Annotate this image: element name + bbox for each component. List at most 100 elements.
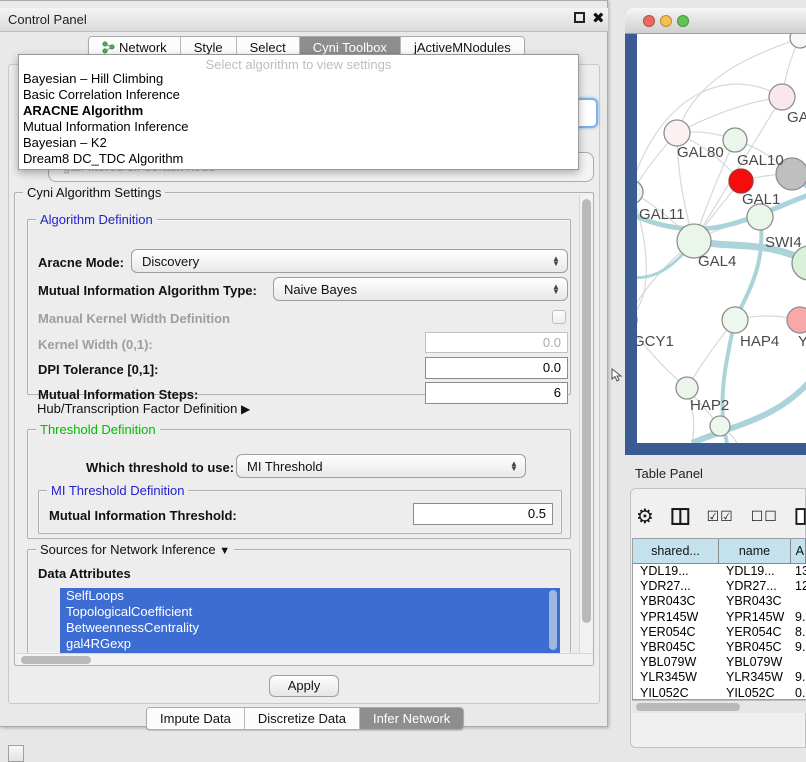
minimize-traffic-icon[interactable]	[660, 15, 672, 27]
table-row[interactable]: YDR27... YDR27... 12	[633, 579, 806, 594]
mi-type-combobox[interactable]: Naive Bayes ▲▼	[273, 277, 568, 301]
which-threshold-combobox[interactable]: MI Threshold ▲▼	[236, 454, 526, 478]
select-all-checks-icon[interactable]: ☑☑	[707, 508, 734, 525]
network-node-salmon[interactable]	[787, 307, 806, 333]
table-row[interactable]: YIL052C YIL052C 0.	[633, 686, 806, 701]
node-label: GAL10	[737, 152, 784, 169]
mi-threshold-field[interactable]: 0.5	[413, 503, 553, 525]
table-hscroll-thumb[interactable]	[636, 703, 740, 711]
aracne-mode-label: Aracne Mode:	[38, 255, 124, 270]
node-label: GCY1	[637, 333, 674, 350]
data-attributes-label: Data Attributes	[38, 566, 131, 581]
apply-button[interactable]: Apply	[269, 675, 339, 697]
table-row[interactable]: YBR045C YBR045C 9.	[633, 640, 806, 655]
list-scrollbar[interactable]	[549, 590, 557, 650]
kernel-width-field[interactable]: 0.0	[425, 332, 568, 353]
network-window-titlebar[interactable]	[625, 8, 806, 34]
tab-infer-network[interactable]: Infer Network	[360, 708, 463, 729]
table-panel-title: Table Panel	[635, 466, 703, 481]
table-toolbar: ⚙ ☑☑ ☐☐	[636, 498, 806, 534]
tab-network-label: Network	[119, 40, 167, 55]
algorithm-option[interactable]: Basic Correlation Inference	[19, 87, 578, 103]
manual-kernel-checkbox[interactable]	[552, 310, 566, 324]
collapsed-panel-icon[interactable]	[8, 745, 24, 762]
tab-discretize-data[interactable]: Discretize Data	[245, 708, 360, 729]
close-icon[interactable]: ✖	[592, 9, 605, 27]
settings-vscroll-thumb[interactable]	[582, 199, 591, 623]
which-threshold-label: Which threshold to use:	[86, 460, 234, 475]
zoom-traffic-icon[interactable]	[677, 15, 689, 27]
node-label: GAL	[787, 109, 806, 126]
network-node[interactable]	[790, 34, 806, 48]
tab-impute-data[interactable]: Impute Data	[147, 708, 245, 729]
table-row[interactable]: YLR345W YLR345W 9.	[633, 670, 806, 685]
algorithm-option-selected[interactable]: ARACNE Algorithm	[19, 103, 578, 119]
data-attributes-list[interactable]: SelfLoopsTopologicalCoefficientBetweenne…	[60, 588, 560, 654]
network-node-gal10[interactable]	[723, 128, 747, 152]
settings-hscroll-thumb[interactable]	[21, 656, 91, 664]
settings-horizontal-scrollbar[interactable]	[17, 653, 593, 665]
expanded-arrow-icon: ▼	[219, 545, 230, 557]
network-node-gal1[interactable]	[729, 169, 753, 193]
algorithm-definition-title: Algorithm Definition	[36, 212, 157, 227]
settings-group-title: Cyni Algorithm Settings	[23, 185, 165, 200]
float-window-icon[interactable]	[574, 12, 585, 23]
network-node-hap4[interactable]	[722, 307, 748, 333]
algorithm-option[interactable]: Dream8 DC_TDC Algorithm	[19, 151, 578, 167]
network-node[interactable]	[710, 416, 730, 436]
network-node-hap2[interactable]	[676, 377, 698, 399]
node-label: GAL4	[698, 253, 736, 270]
dpi-tolerance-field[interactable]: 0.0	[425, 357, 568, 379]
table-body: YDL19... YDL19... 13 YDR27... YDR27... 1…	[633, 564, 806, 700]
clear-all-checks-icon[interactable]: ☐☐	[751, 508, 778, 525]
network-node[interactable]	[792, 246, 806, 280]
kernel-width-label: Kernel Width (0,1):	[38, 337, 153, 352]
table-row[interactable]: YBR043C YBR043C	[633, 594, 806, 609]
mi-steps-label: Mutual Information Steps:	[38, 387, 198, 402]
combo-arrows-icon: ▲▼	[549, 284, 563, 294]
table-row[interactable]: YPR145W YPR145W 9.	[633, 610, 806, 625]
node-label: GAL11	[639, 206, 685, 223]
network-canvas[interactable]: GAL GAL80 GAL10 GAL1 GAL11 SWI4 GAL4 GCY…	[637, 34, 806, 443]
network-node-gal80[interactable]	[664, 120, 690, 146]
close-traffic-icon[interactable]	[643, 15, 655, 27]
mi-steps-field[interactable]: 6	[425, 382, 568, 404]
mi-threshold-group-title: MI Threshold Definition	[47, 483, 188, 498]
table-row[interactable]: YER054C YER054C 8.	[633, 625, 806, 640]
combo-arrows-icon: ▲▼	[549, 256, 563, 266]
settings-vertical-scrollbar[interactable]	[579, 195, 593, 653]
hub-definition-toggle[interactable]: Hub/Transcription Factor Definition ▶	[37, 401, 250, 416]
network-graph: GAL GAL80 GAL10 GAL1 GAL11 SWI4 GAL4 GCY…	[637, 34, 806, 443]
mi-threshold-label: Mutual Information Threshold:	[49, 508, 237, 523]
sources-group: Sources for Network Inference ▼ Data Att…	[27, 549, 571, 653]
table-row[interactable]: YBL079W YBL079W	[633, 655, 806, 670]
network-node-gal11[interactable]	[637, 180, 643, 204]
sources-group-title: Sources for Network Inference ▼	[36, 542, 234, 557]
algorithm-option[interactable]: Mutual Information Inference	[19, 119, 578, 135]
gear-icon[interactable]: ⚙	[636, 504, 654, 529]
table-row[interactable]: YDL19... YDL19... 13	[633, 564, 806, 579]
algorithm-option[interactable]: Bayesian – K2	[19, 135, 578, 151]
threshold-definition-title: Threshold Definition	[36, 422, 160, 437]
control-panel-titlebar[interactable]	[0, 8, 608, 32]
table-header-row: shared... name A	[633, 539, 806, 564]
algorithm-option[interactable]: Bayesian – Hill Climbing	[19, 71, 578, 87]
attribute-item[interactable]: gal4RGexp	[60, 636, 560, 652]
network-view-window: GAL GAL80 GAL10 GAL1 GAL11 SWI4 GAL4 GCY…	[625, 8, 806, 455]
collapsed-arrow-icon: ▶	[241, 402, 250, 416]
column-header[interactable]: A	[791, 539, 806, 563]
columns-icon[interactable]	[671, 507, 690, 526]
dpi-tolerance-label: DPI Tolerance [0,1]:	[38, 362, 158, 377]
document-icon[interactable]	[795, 507, 806, 526]
column-header[interactable]: name	[719, 539, 791, 563]
column-header[interactable]: shared...	[633, 539, 719, 563]
attribute-item[interactable]: TopologicalCoefficient	[60, 604, 560, 620]
node-attribute-table[interactable]: shared... name A YDL19... YDL19... 13 YD…	[632, 538, 806, 700]
attribute-item[interactable]: SelfLoops	[60, 588, 560, 604]
attribute-item[interactable]: BetweennessCentrality	[60, 620, 560, 636]
aracne-mode-combobox[interactable]: Discovery ▲▼	[131, 249, 568, 273]
network-node-gal[interactable]	[769, 84, 795, 110]
node-label: GAL1	[742, 191, 780, 208]
table-horizontal-scrollbar[interactable]	[632, 700, 806, 713]
node-label: HAP2	[690, 397, 729, 414]
